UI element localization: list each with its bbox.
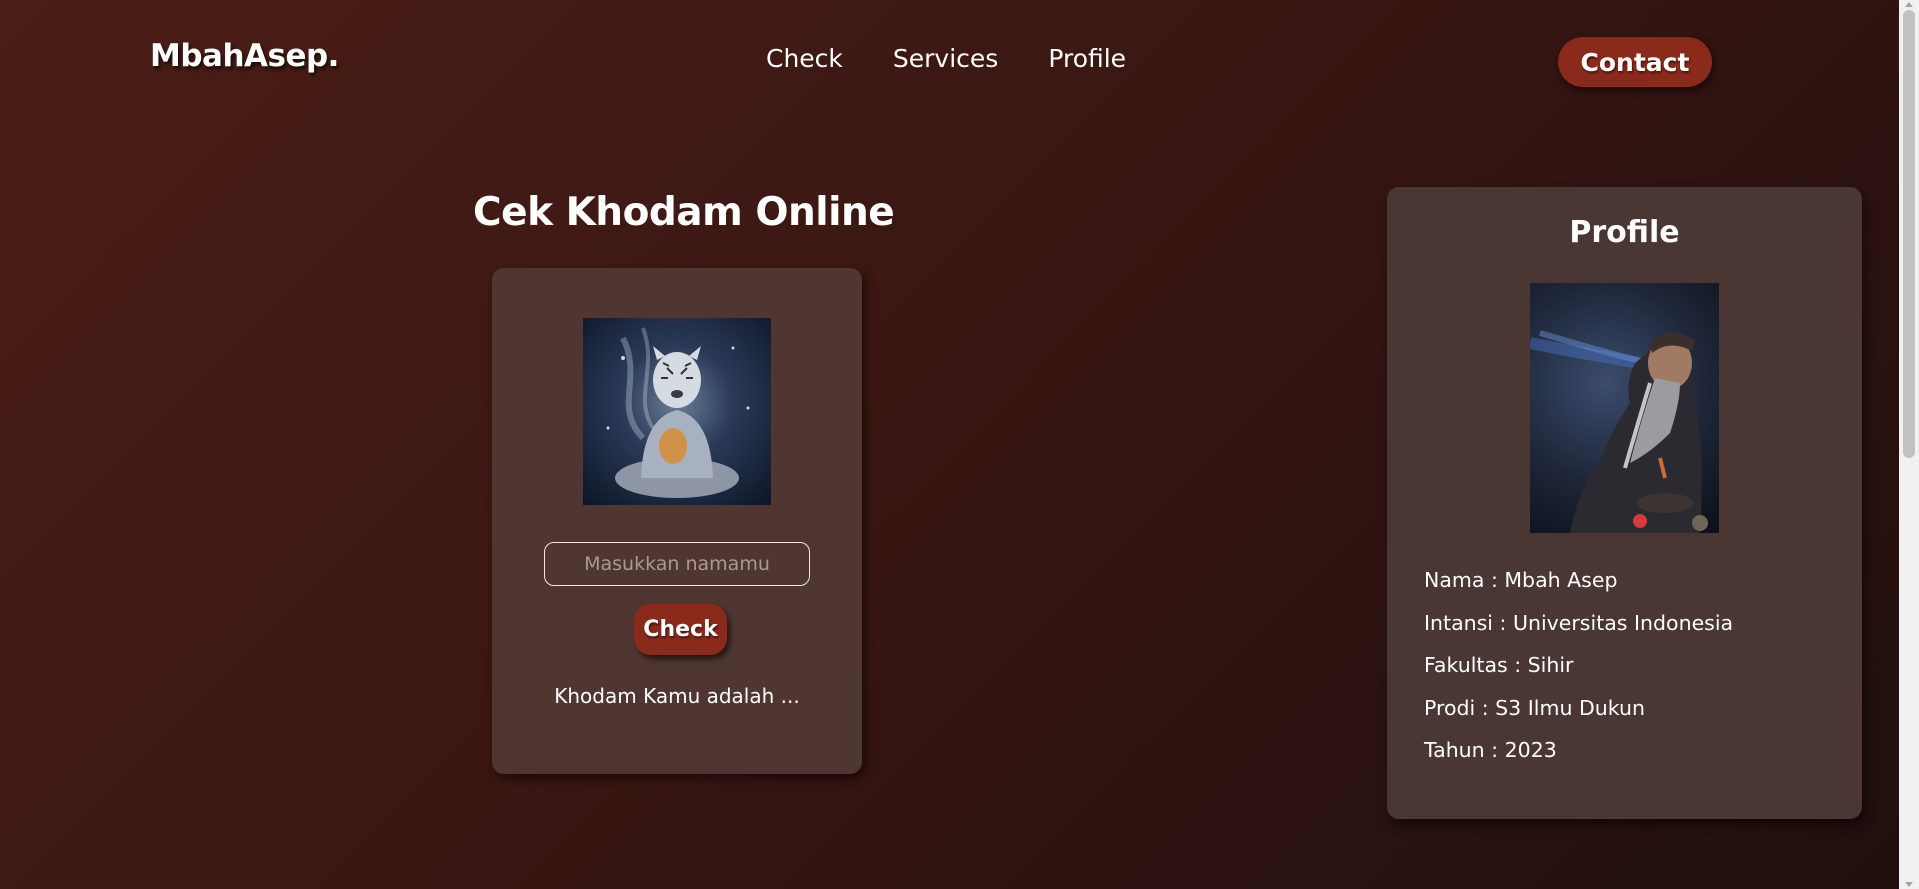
profile-year: Tahun : 2023 <box>1424 738 1557 762</box>
tiger-spirit-illustration <box>606 327 750 498</box>
navbar: MbahAsep. Check Services Profile Contact <box>0 0 1899 120</box>
site-logo[interactable]: MbahAsep. <box>150 38 339 74</box>
contact-button[interactable]: Contact <box>1558 37 1712 87</box>
profile-institution: Intansi : Universitas Indonesia <box>1424 610 1734 635</box>
profile-program: Prodi : S3 Ilmu Dukun <box>1424 695 1645 720</box>
name-input[interactable] <box>544 542 810 586</box>
nav-links: Check Services Profile <box>766 44 1126 73</box>
profile-title: Profile <box>1569 215 1680 250</box>
nav-link-profile[interactable]: Profile <box>1048 44 1126 73</box>
page-title: Cek Khodam Online <box>473 190 895 235</box>
profile-name: Nama : Mbah Asep <box>1424 568 1618 592</box>
check-button[interactable]: Check <box>634 604 727 655</box>
scroll-down-arrow-icon[interactable] <box>1905 882 1913 887</box>
scroll-thumb[interactable] <box>1903 10 1915 458</box>
nav-link-check[interactable]: Check <box>766 44 843 73</box>
nav-link-services[interactable]: Services <box>893 44 998 73</box>
khodam-result-text: Khodam Kamu adalah ... <box>554 684 800 708</box>
old-man-portrait-image <box>1530 283 1719 533</box>
profile-card: Profile Nama : Mbah Asep Intansi : Unive… <box>1387 187 1862 819</box>
profile-details: Nama : Mbah Asep Intansi : Universitas I… <box>1424 567 1733 780</box>
tiger-spirit-image <box>583 318 771 505</box>
profile-faculty: Fakultas : Sihir <box>1424 653 1574 677</box>
portrait-illustration <box>1530 330 1708 533</box>
scroll-up-arrow-icon[interactable] <box>1905 2 1913 7</box>
page-scrollbar[interactable] <box>1899 0 1919 889</box>
khodam-check-card: Check Khodam Kamu adalah ... <box>492 268 862 774</box>
